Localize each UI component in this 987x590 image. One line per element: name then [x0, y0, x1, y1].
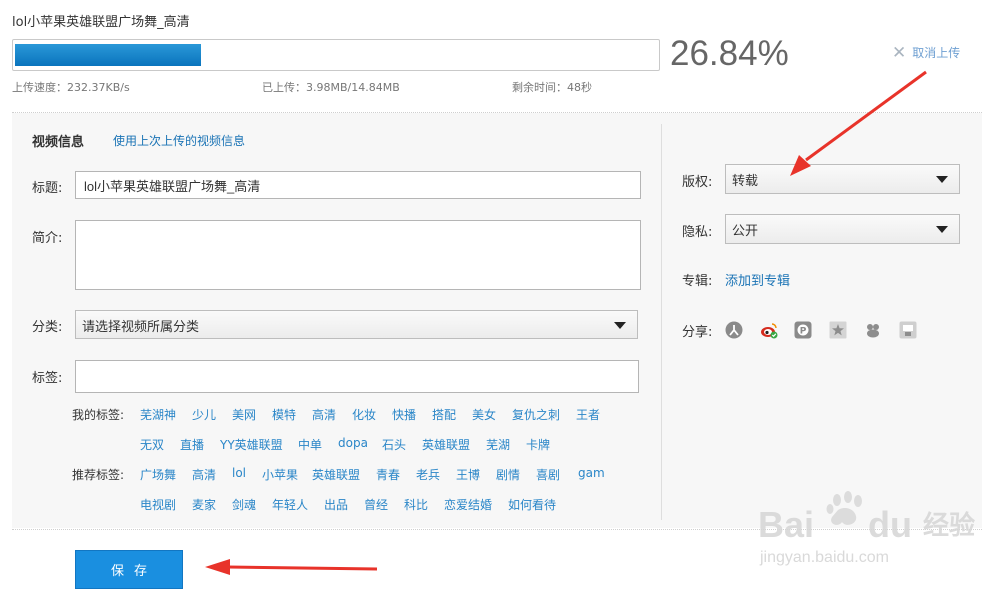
- tag-item[interactable]: 恋爱结婚: [444, 496, 492, 513]
- tag-item[interactable]: YY英雄联盟: [220, 436, 283, 453]
- tag-item[interactable]: lol: [232, 466, 246, 480]
- tag-item[interactable]: 高清: [192, 466, 216, 483]
- cancel-upload-button[interactable]: ✕ 取消上传: [892, 44, 960, 61]
- tags-label: 标签:: [32, 371, 63, 386]
- tag-item[interactable]: 出品: [324, 496, 348, 513]
- tag-item[interactable]: 模特: [272, 406, 296, 423]
- copyright-select[interactable]: 转载: [725, 164, 960, 194]
- tag-item[interactable]: 搭配: [432, 406, 456, 423]
- baidu-jingyan-watermark: Bai du 经验 jingyan.baidu.com: [758, 491, 975, 566]
- tag-item[interactable]: 无双: [140, 436, 164, 453]
- douban-icon[interactable]: [899, 321, 917, 339]
- privacy-label: 隐私:: [682, 225, 713, 240]
- tag-item[interactable]: 老兵: [416, 466, 440, 483]
- tag-item[interactable]: 科比: [404, 496, 428, 513]
- svg-text:P: P: [800, 327, 807, 337]
- recommended-tags-label: 推荐标签:: [72, 468, 125, 482]
- annotation-arrow-bottom: [205, 559, 378, 575]
- tag-item[interactable]: 化妆: [352, 406, 376, 423]
- share-label: 分享:: [682, 325, 713, 340]
- tag-item[interactable]: 曾经: [364, 496, 388, 513]
- uploaded-size: 已上传：3.98MB/14.84MB: [262, 81, 400, 94]
- upload-percent: 26.84%: [670, 34, 789, 73]
- save-button[interactable]: 保存: [75, 550, 183, 589]
- tag-item[interactable]: gam: [578, 466, 605, 480]
- chevron-down-icon: [614, 322, 626, 329]
- tag-item[interactable]: 喜剧: [536, 466, 560, 483]
- tag-item[interactable]: 美网: [232, 406, 256, 423]
- close-icon: ✕: [892, 42, 907, 63]
- tags-input[interactable]: [75, 360, 639, 393]
- tag-item[interactable]: 直播: [180, 436, 204, 453]
- privacy-select[interactable]: 公开: [725, 214, 960, 244]
- svg-text:Bai: Bai: [758, 504, 814, 545]
- reuse-last-info-link[interactable]: 使用上次上传的视频信息: [113, 132, 245, 149]
- weibo-icon[interactable]: [760, 321, 778, 339]
- remaining-time: 剩余时间：48秒: [512, 81, 592, 94]
- section-title: 视频信息: [32, 135, 85, 150]
- category-select-value: 请选择视频所属分类: [82, 320, 200, 335]
- svg-text:du: du: [868, 504, 912, 545]
- chevron-down-icon: [936, 226, 948, 233]
- title-label: 标题:: [32, 181, 63, 196]
- tag-item[interactable]: 剑魂: [232, 496, 256, 513]
- tag-item[interactable]: 芜湖: [486, 436, 510, 453]
- tag-item[interactable]: 卡牌: [526, 436, 550, 453]
- tag-item[interactable]: 复仇之刺: [512, 406, 560, 423]
- copyright-select-value: 转载: [732, 174, 759, 189]
- tag-item[interactable]: dopa: [338, 436, 368, 450]
- chevron-down-icon: [936, 176, 948, 183]
- tencent-weibo-icon[interactable]: [864, 321, 882, 339]
- tag-item[interactable]: 芜湖神: [140, 406, 176, 423]
- upload-progress-bar: [12, 39, 660, 71]
- tag-item[interactable]: 石头: [382, 436, 406, 453]
- add-to-album-link[interactable]: 添加到专辑: [725, 270, 790, 289]
- kaixin-icon[interactable]: P: [794, 321, 812, 339]
- tag-item[interactable]: 如何看待: [508, 496, 556, 513]
- tag-item[interactable]: 英雄联盟: [312, 466, 360, 483]
- tag-item[interactable]: 英雄联盟: [422, 436, 470, 453]
- category-select[interactable]: 请选择视频所属分类: [75, 310, 638, 339]
- tag-item[interactable]: 年轻人: [272, 496, 308, 513]
- tag-item[interactable]: 青春: [376, 466, 400, 483]
- my-tags-label: 我的标签:: [72, 408, 125, 422]
- tag-item[interactable]: 美女: [472, 406, 496, 423]
- tag-item[interactable]: 王者: [576, 406, 600, 423]
- cancel-upload-label: 取消上传: [912, 46, 961, 60]
- qzone-star-icon[interactable]: [829, 321, 847, 339]
- upload-speed: 上传速度：232.37KB/s: [12, 81, 130, 94]
- upload-progress-fill: [15, 44, 201, 66]
- svg-text:经验: 经验: [923, 510, 975, 541]
- copyright-label: 版权:: [682, 175, 713, 190]
- tag-item[interactable]: 少儿: [192, 406, 216, 423]
- tag-item[interactable]: 高清: [312, 406, 336, 423]
- tag-item[interactable]: 广场舞: [140, 466, 176, 483]
- album-label: 专辑:: [682, 274, 713, 289]
- intro-textarea[interactable]: [75, 220, 641, 290]
- tag-item[interactable]: 剧情: [496, 466, 520, 483]
- tag-item[interactable]: 电视剧: [140, 496, 176, 513]
- tag-item[interactable]: 中单: [298, 436, 322, 453]
- tag-item[interactable]: 小苹果: [262, 466, 298, 483]
- tag-item[interactable]: 王博: [456, 466, 480, 483]
- renren-icon[interactable]: [725, 321, 743, 339]
- title-input[interactable]: [75, 171, 641, 199]
- category-label: 分类:: [32, 320, 63, 335]
- intro-label: 简介:: [32, 231, 63, 246]
- upload-filename: lol小苹果英雄联盟广场舞_高清: [12, 15, 190, 30]
- tag-item[interactable]: 麦家: [192, 496, 216, 513]
- privacy-select-value: 公开: [732, 224, 759, 239]
- panel-divider: [661, 124, 662, 520]
- tag-item[interactable]: 快播: [392, 406, 416, 423]
- svg-text:jingyan.baidu.com: jingyan.baidu.com: [759, 549, 889, 566]
